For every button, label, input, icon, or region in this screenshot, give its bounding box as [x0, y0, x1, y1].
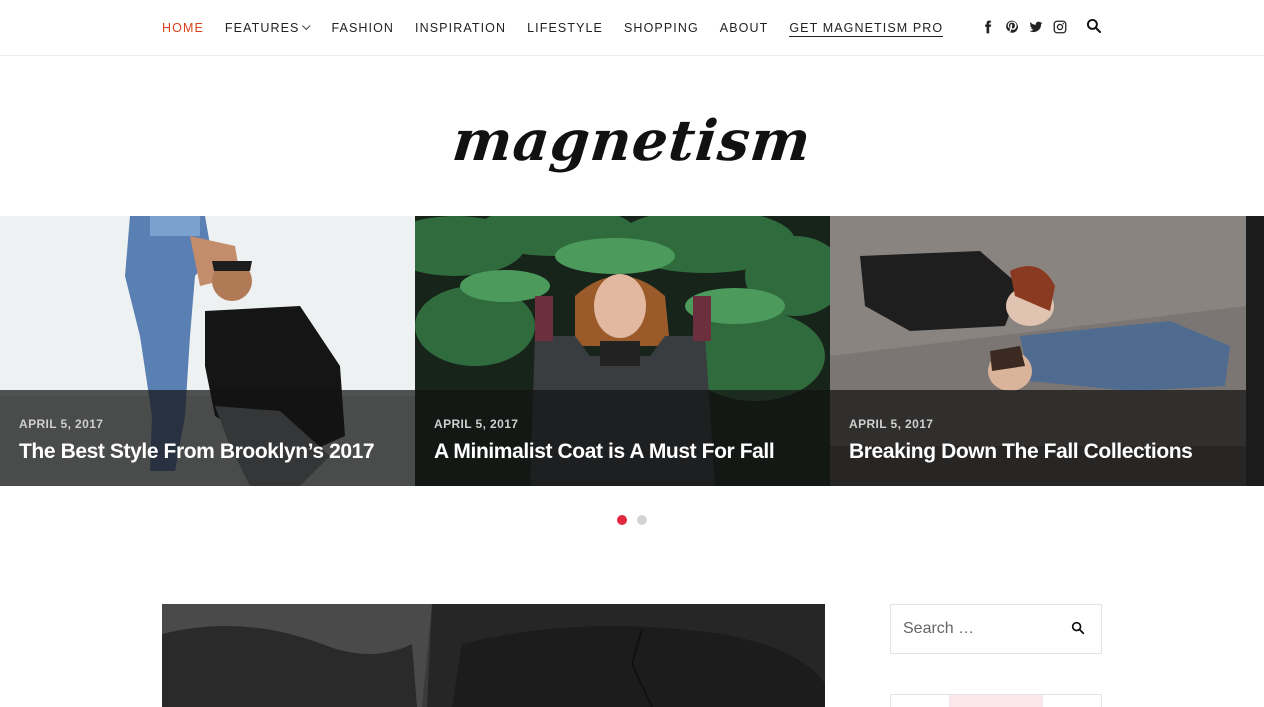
slide-4-peek[interactable]: [1246, 216, 1264, 486]
site-header: magnetism: [0, 56, 1264, 216]
slide-2-date: APRIL 5, 2017: [434, 417, 519, 431]
slide-3-title[interactable]: Breaking Down The Fall Collections: [849, 440, 1228, 464]
featured-post-image[interactable]: [162, 604, 825, 707]
pinterest-icon[interactable]: [1002, 17, 1022, 37]
main-menu: HOME FEATURES FASHION INSPIRATION LIFEST…: [162, 0, 964, 55]
search-input[interactable]: [891, 620, 1056, 638]
featured-slider: APRIL 5, 2017 The Best Style From Brookl…: [0, 216, 1264, 486]
twitter-icon[interactable]: [1026, 17, 1046, 37]
nav-item-shopping[interactable]: SHOPPING: [624, 21, 699, 35]
nav-item-features[interactable]: FEATURES: [224, 20, 312, 35]
slide-1-title[interactable]: The Best Style From Brooklyn’s 2017: [19, 440, 397, 464]
nav-item-home[interactable]: HOME: [162, 21, 204, 35]
nav-item-features-label: FEATURES: [224, 20, 300, 35]
sidebar-widget-image: [949, 695, 1043, 707]
nav-item-about[interactable]: ABOUT: [720, 21, 769, 35]
nav-item-get-pro[interactable]: GET MAGNETISM PRO: [789, 21, 944, 37]
facebook-icon[interactable]: [978, 17, 998, 37]
slider-dot-1[interactable]: [617, 515, 627, 525]
nav-item-lifestyle[interactable]: LIFESTYLE: [527, 21, 603, 35]
top-navigation-bar: HOME FEATURES FASHION INSPIRATION LIFEST…: [0, 0, 1264, 56]
slide-3[interactable]: APRIL 5, 2017 Breaking Down The Fall Col…: [830, 216, 1246, 486]
slide-2-title[interactable]: A Minimalist Coat is A Must For Fall: [434, 440, 812, 464]
slider-pagination: [0, 515, 1264, 527]
sidebar-widget: [890, 694, 1102, 707]
chevron-down-icon: [302, 21, 312, 30]
site-logo[interactable]: magnetism: [450, 108, 815, 174]
slide-3-caption: APRIL 5, 2017 Breaking Down The Fall Col…: [830, 390, 1246, 486]
nav-item-inspiration[interactable]: INSPIRATION: [415, 21, 506, 35]
slide-1-caption: APRIL 5, 2017 The Best Style From Brookl…: [0, 390, 415, 486]
sidebar-search-widget: [890, 604, 1102, 654]
slider-dot-2[interactable]: [637, 515, 647, 525]
search-icon[interactable]: [1086, 18, 1104, 36]
nav-item-fashion[interactable]: FASHION: [331, 21, 394, 35]
slide-3-date: APRIL 5, 2017: [849, 417, 934, 431]
instagram-icon[interactable]: [1050, 17, 1070, 37]
slide-2-caption: APRIL 5, 2017 A Minimalist Coat is A Mus…: [415, 390, 830, 486]
search-submit-icon[interactable]: [1071, 621, 1087, 637]
slide-1-date: APRIL 5, 2017: [19, 417, 104, 431]
social-links: [978, 17, 1074, 37]
slide-2[interactable]: APRIL 5, 2017 A Minimalist Coat is A Mus…: [415, 216, 830, 486]
slide-1[interactable]: APRIL 5, 2017 The Best Style From Brookl…: [0, 216, 415, 486]
